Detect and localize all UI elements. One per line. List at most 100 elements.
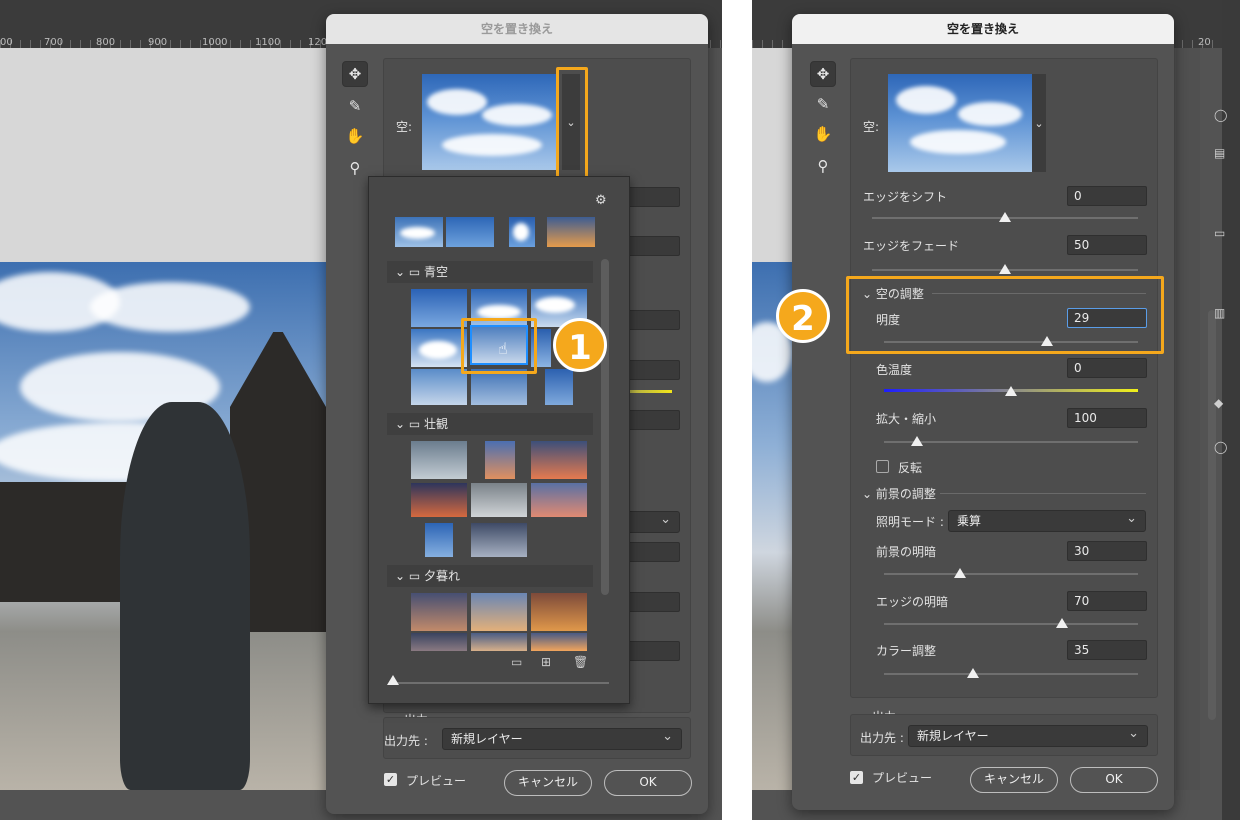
edge-shift-slider[interactable] <box>999 212 1011 222</box>
sky-preset-thumb[interactable] <box>411 633 467 651</box>
ruler-label: 20 <box>1198 37 1211 48</box>
ok-button[interactable]: OK <box>604 770 692 796</box>
sky-preset-thumb[interactable] <box>471 593 527 631</box>
sky-preset-popup: ⚙ ⌄ ▭ 青空 ⌄ ▭ 壮観 ⌄ ▭ 夕暮れ ▭ ⊞ 🗑 <box>368 176 630 704</box>
sky-preview-thumbnail[interactable] <box>422 74 558 170</box>
preview-checkbox[interactable]: ✓ <box>850 771 863 784</box>
panel-icon[interactable]: ▥ <box>1214 306 1225 320</box>
ruler-label: 900 <box>148 37 168 48</box>
category-soukan[interactable]: ⌄ ▭ 壮観 <box>387 413 593 435</box>
sky-preset-thumb[interactable] <box>425 523 453 557</box>
sky-preset-thumb[interactable] <box>411 593 467 631</box>
folder-icon: ▭ <box>408 265 425 279</box>
flip-checkbox[interactable] <box>876 460 889 473</box>
foreground-lighting-input[interactable]: 30 <box>1067 541 1147 561</box>
sky-preset-thumb[interactable] <box>471 483 527 517</box>
step-badge-2: 2 <box>776 289 830 343</box>
replace-sky-dialog: 空を置き換え ✥ ✎ ✋ ⚲ 空: ⌄ エッジをシフト 0 エッジをフェード 5… <box>792 14 1174 810</box>
sky-dropdown-button[interactable]: ⌄ <box>1032 74 1046 172</box>
panel-icon[interactable]: ◆ <box>1214 396 1223 410</box>
foreground-lighting-slider[interactable] <box>954 568 967 578</box>
sky-brush-icon[interactable]: ✎ <box>342 93 368 119</box>
scale-input[interactable]: 100 <box>1067 408 1147 428</box>
popup-scrollbar[interactable] <box>601 259 609 595</box>
recent-sky-thumb[interactable] <box>446 217 494 247</box>
edge-fade-slider[interactable] <box>999 264 1011 274</box>
output-target-label: 出力先 : <box>384 734 428 748</box>
step-badge-1: 1 <box>553 318 607 372</box>
sky-brush-icon[interactable]: ✎ <box>810 91 836 117</box>
folder-icon: ▭ <box>408 569 425 583</box>
ruler-label: 00 <box>0 37 13 48</box>
recent-sky-thumb[interactable] <box>395 217 443 247</box>
sky-preset-thumb[interactable] <box>411 289 467 327</box>
panel-icon[interactable]: ◯ <box>1214 440 1227 454</box>
new-folder-icon[interactable]: ▭ <box>511 655 522 669</box>
zoom-icon[interactable]: ⚲ <box>810 153 836 179</box>
sky-preset-thumb[interactable] <box>485 441 515 479</box>
cancel-button[interactable]: キャンセル <box>504 770 592 796</box>
document-canvas-edge <box>1176 48 1200 790</box>
temperature-input[interactable]: 0 <box>1067 358 1147 378</box>
ruler-label: 1100 <box>255 37 281 48</box>
lighting-mode-value: 乗算 <box>957 514 982 528</box>
recent-sky-thumb[interactable] <box>509 217 535 247</box>
chevron-down-icon: ⌄ <box>395 265 409 279</box>
sky-preset-thumb[interactable] <box>471 369 527 405</box>
panel-icon[interactable]: ▤ <box>1214 146 1225 160</box>
preview-checkbox[interactable]: ✓ <box>384 773 397 786</box>
move-icon[interactable]: ✥ <box>810 61 836 87</box>
scale-slider[interactable] <box>911 436 924 446</box>
color-adjust-label: カラー調整 <box>876 644 937 658</box>
recent-sky-thumb[interactable] <box>547 217 595 247</box>
thumbnail-size-knob[interactable] <box>387 675 399 685</box>
temperature-label: 色温度 <box>876 363 913 377</box>
lighting-mode-label: 照明モード : <box>876 515 944 529</box>
sky-preset-thumb[interactable] <box>411 329 467 367</box>
sky-preset-thumb[interactable] <box>545 369 573 405</box>
edge-lighting-slider[interactable] <box>1055 618 1068 628</box>
sky-preset-thumb[interactable] <box>471 523 527 557</box>
foreground-section[interactable]: ⌄ 前景の調整 <box>862 485 936 502</box>
zoom-icon[interactable]: ⚲ <box>342 155 368 181</box>
sky-preset-thumb[interactable] <box>531 633 587 651</box>
panel-icon[interactable]: ▭ <box>1214 226 1225 240</box>
sky-preset-thumb[interactable] <box>471 633 527 651</box>
gear-icon[interactable]: ⚙ <box>595 193 607 208</box>
hand-icon[interactable]: ✋ <box>810 121 836 147</box>
edge-fade-input[interactable]: 50 <box>1067 235 1147 255</box>
edge-shift-input[interactable]: 0 <box>1067 186 1147 206</box>
sky-preset-thumb[interactable] <box>531 483 587 517</box>
panel-icon[interactable]: ◯ <box>1214 108 1227 122</box>
output-target-select[interactable]: 新規レイヤー <box>908 724 1148 747</box>
hand-icon[interactable]: ✋ <box>342 123 368 149</box>
color-adjust-input[interactable]: 35 <box>1067 640 1147 660</box>
temperature-slider[interactable] <box>1005 386 1017 396</box>
ok-button[interactable]: OK <box>1070 767 1158 793</box>
lighting-mode-select[interactable]: 乗算 <box>948 509 1146 532</box>
sky-preset-thumb[interactable] <box>531 441 587 479</box>
category-yuugure[interactable]: ⌄ ▭ 夕暮れ <box>387 565 593 587</box>
photo-layer <box>0 262 326 790</box>
category-aozora[interactable]: ⌄ ▭ 青空 <box>387 261 593 283</box>
category-label: 壮観 <box>424 417 449 431</box>
trash-icon[interactable]: 🗑 <box>573 655 588 669</box>
sky-preset-thumb[interactable] <box>411 441 467 479</box>
edge-lighting-input[interactable]: 70 <box>1067 591 1147 611</box>
sky-preset-thumb[interactable] <box>411 483 467 517</box>
cancel-button[interactable]: キャンセル <box>970 767 1058 793</box>
sky-preset-thumb[interactable] <box>531 593 587 631</box>
dialog-title: 空を置き換え <box>792 14 1174 44</box>
color-adjust-slider[interactable] <box>966 668 979 678</box>
chevron-down-icon: ⌄ <box>1034 116 1044 130</box>
canvas-scrollbar[interactable] <box>1208 310 1216 720</box>
preview-label: プレビュー <box>872 771 933 785</box>
sky-preset-thumb[interactable] <box>411 369 467 405</box>
sky-preview-thumbnail[interactable] <box>888 74 1032 172</box>
output-target-select[interactable]: 新規レイヤー <box>442 727 682 750</box>
flip-label: 反転 <box>898 461 923 475</box>
add-icon[interactable]: ⊞ <box>541 655 551 669</box>
edge-lighting-label: エッジの明暗 <box>876 595 949 609</box>
move-icon[interactable]: ✥ <box>342 61 368 87</box>
color-adjust-track <box>884 673 1138 675</box>
